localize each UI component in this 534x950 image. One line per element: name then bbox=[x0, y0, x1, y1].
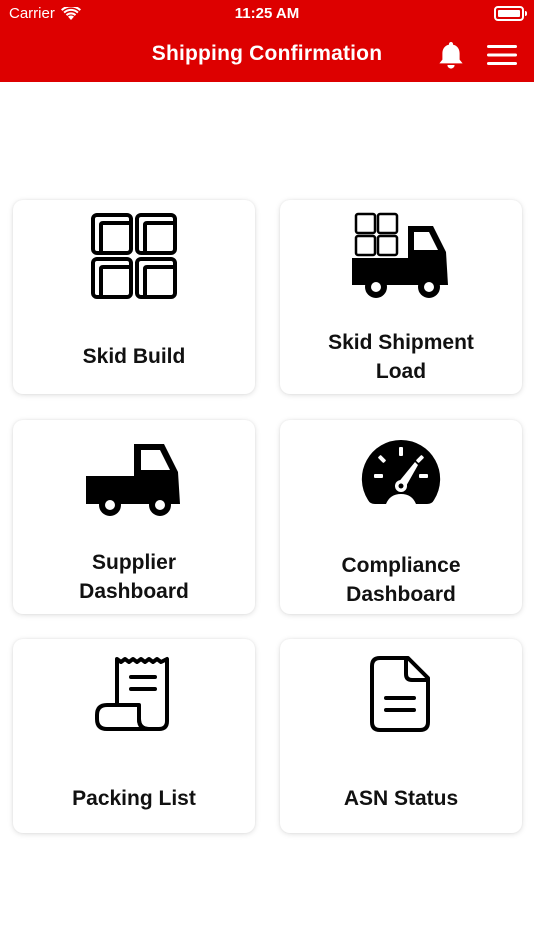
truck-icon bbox=[86, 444, 180, 516]
supplier-dashboard-tile[interactable]: Supplier Dashboard bbox=[13, 420, 255, 614]
tile-label: Supplier Dashboard bbox=[79, 551, 189, 603]
tile-label: ASN Status bbox=[343, 787, 459, 810]
menu-grid: Skid Build Skid Shipment Load Supplier D… bbox=[0, 0, 534, 950]
truck-with-boxes-icon bbox=[352, 212, 448, 298]
tile-label: Skid Build bbox=[82, 345, 186, 368]
skid-shipment-load-tile[interactable]: Skid Shipment Load bbox=[280, 200, 522, 394]
packing-list-tile[interactable]: Packing List bbox=[13, 639, 255, 833]
speedometer-icon bbox=[361, 439, 441, 504]
skid-build-tile[interactable]: Skid Build bbox=[13, 200, 255, 394]
asn-status-tile[interactable]: ASN Status bbox=[280, 639, 522, 833]
receipt-scroll-icon bbox=[95, 657, 169, 731]
grid-skid-icon bbox=[91, 213, 177, 299]
tile-label: Compliance Dashboard bbox=[341, 554, 461, 606]
tile-label: Skid Shipment Load bbox=[328, 331, 474, 383]
compliance-dashboard-tile[interactable]: Compliance Dashboard bbox=[280, 420, 522, 614]
document-icon bbox=[370, 656, 430, 732]
tile-label: Packing List bbox=[72, 787, 196, 810]
